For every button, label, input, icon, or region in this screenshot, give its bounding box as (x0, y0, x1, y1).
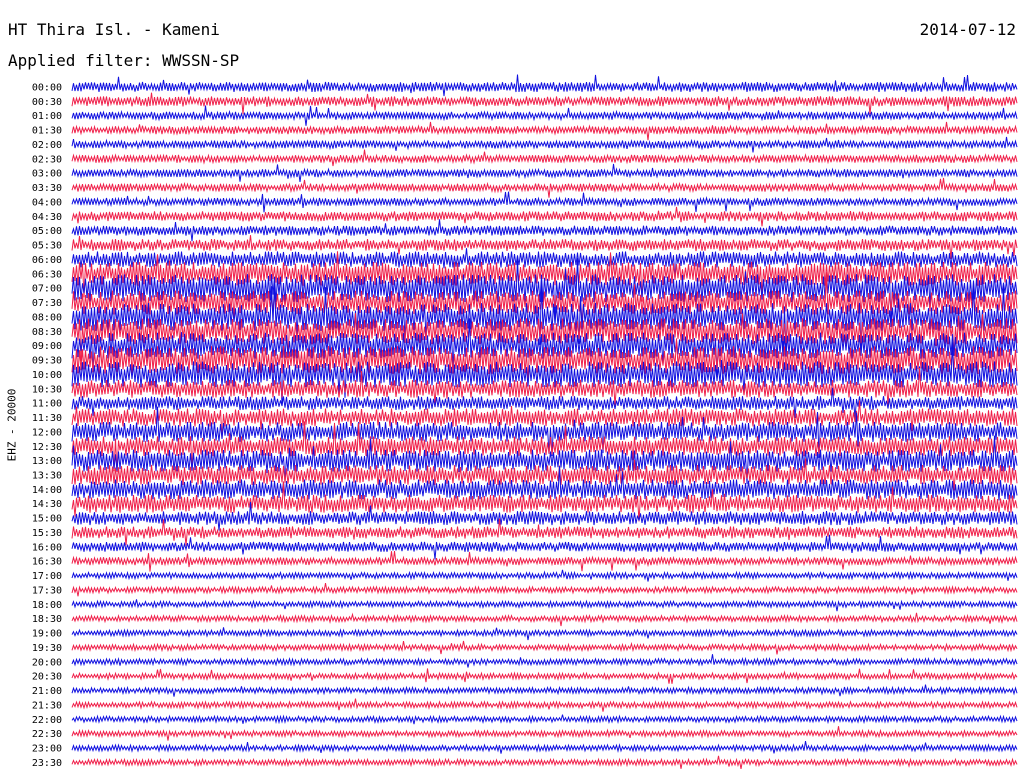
row-label: 17:30 (32, 585, 62, 596)
row-time-labels: 00:00 00:30 01:00 01:30 02:00 02:30 03:00 03:30… (32, 83, 62, 769)
trace-row (71, 698, 1018, 712)
row-label: 18:00 (32, 600, 62, 611)
seismic-traces (71, 74, 1018, 769)
row-label: 14:00 (32, 485, 62, 496)
row-label: 08:00 (32, 312, 62, 323)
trace-row (71, 755, 1018, 769)
trace-row (71, 219, 1018, 242)
trace-row (71, 92, 1018, 115)
row-label: 17:00 (32, 571, 62, 582)
trace-row (71, 640, 1018, 655)
row-label: 21:00 (32, 686, 62, 697)
row-label: 02:30 (32, 154, 62, 165)
trace-row (71, 583, 1018, 597)
row-label: 09:00 (32, 341, 62, 352)
row-label: 01:00 (32, 111, 62, 122)
trace-row (71, 136, 1018, 153)
trace-row (71, 105, 1018, 126)
row-label: 03:30 (32, 183, 62, 194)
trace-row (71, 74, 1018, 97)
row-label: 02:00 (32, 140, 62, 151)
row-label: 10:00 (32, 370, 62, 381)
trace-row (71, 569, 1018, 582)
trace-row (71, 149, 1018, 167)
row-label: 05:00 (32, 226, 62, 237)
trace-row (71, 163, 1018, 182)
row-label: 01:30 (32, 126, 62, 137)
trace-row (71, 726, 1018, 741)
row-label: 16:30 (32, 557, 62, 568)
trace-row (71, 627, 1018, 641)
row-label: 20:30 (32, 672, 62, 683)
row-label: 00:30 (32, 97, 62, 108)
row-label: 11:30 (32, 413, 62, 424)
trace-row (71, 684, 1018, 697)
trace-row (71, 206, 1018, 227)
row-label: 04:30 (32, 212, 62, 223)
trace-row (71, 714, 1018, 725)
row-label: 06:30 (32, 269, 62, 280)
row-label: 07:30 (32, 298, 62, 309)
row-label: 06:00 (32, 255, 62, 266)
row-label: 22:30 (32, 729, 62, 740)
row-label: 21:30 (32, 700, 62, 711)
trace-row (71, 741, 1018, 754)
row-label: 11:00 (32, 399, 62, 410)
row-label: 19:00 (32, 629, 62, 640)
trace-row (71, 121, 1018, 141)
row-label: 16:00 (32, 542, 62, 553)
trace-row (71, 612, 1018, 627)
trace-row (71, 534, 1018, 560)
trace-row (71, 550, 1018, 572)
row-label: 20:00 (32, 657, 62, 668)
trace-row (71, 599, 1018, 612)
row-label: 12:00 (32, 427, 62, 438)
row-label: 08:30 (32, 327, 62, 338)
row-label: 05:30 (32, 241, 62, 252)
row-label: 03:00 (32, 169, 62, 180)
row-label: 23:00 (32, 744, 62, 755)
row-label: 23:30 (32, 758, 62, 769)
row-label: 04:00 (32, 197, 62, 208)
helicorder-plot: 00:00 00:30 01:00 01:30 02:00 02:30 03:00 03:30… (32, 74, 1018, 769)
trace-row (71, 654, 1018, 668)
row-label: 14:30 (32, 499, 62, 510)
trace-row (71, 518, 1018, 546)
row-label: 15:00 (32, 514, 62, 525)
trace-row (71, 191, 1018, 213)
trace-row (71, 668, 1018, 684)
row-label: 18:30 (32, 614, 62, 625)
row-label: 19:30 (32, 643, 62, 654)
row-label: 22:00 (32, 715, 62, 726)
row-label: 13:00 (32, 456, 62, 467)
row-label: 13:30 (32, 470, 62, 481)
row-label: 10:30 (32, 384, 62, 395)
row-label: 07:00 (32, 284, 62, 295)
row-label: 00:00 (32, 83, 62, 94)
trace-row (71, 177, 1018, 198)
row-label: 15:30 (32, 528, 62, 539)
row-label: 09:30 (32, 356, 62, 367)
row-label: 12:30 (32, 442, 62, 453)
